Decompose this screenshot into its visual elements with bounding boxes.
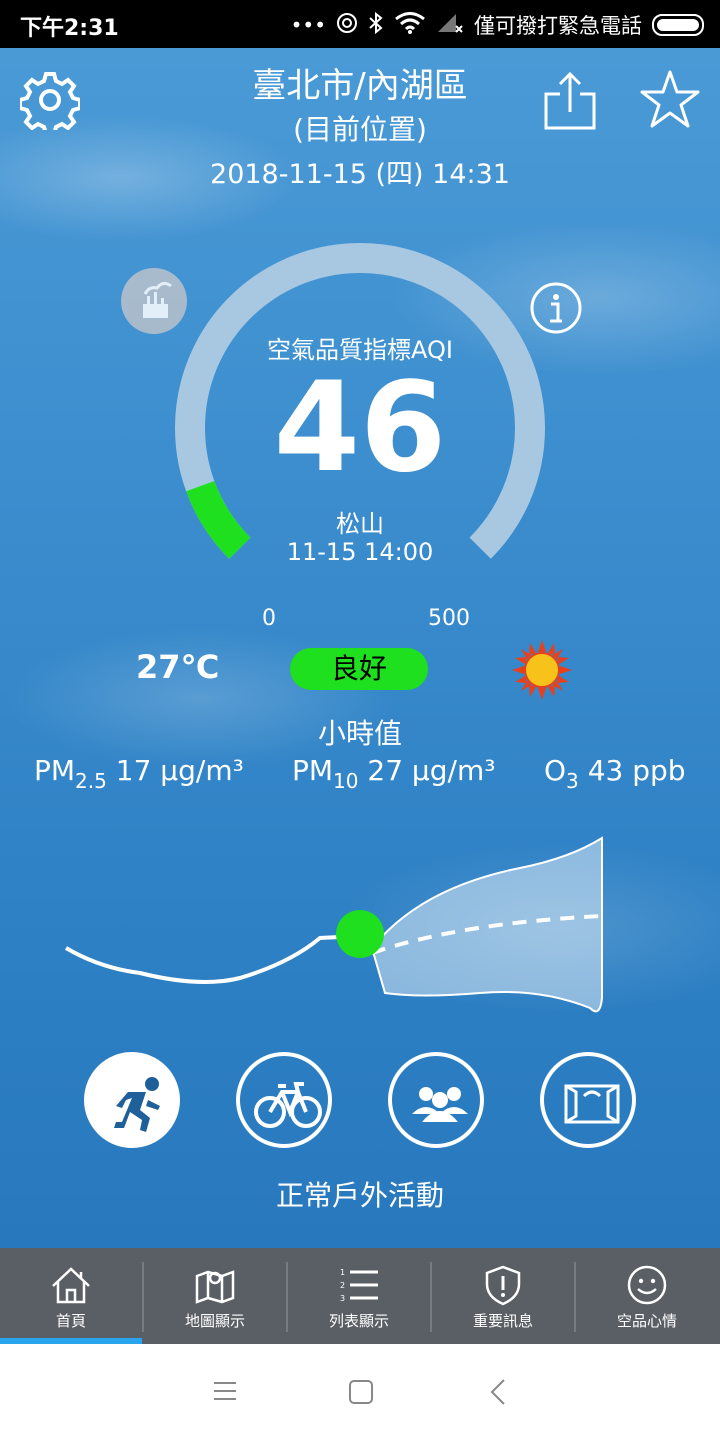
o3-name: O [544, 754, 567, 787]
system-navigation-bar [0, 1344, 720, 1440]
status-time: 下午2:31 [20, 16, 119, 41]
running-icon [114, 1077, 160, 1132]
pm10-value: 27 μg/m³ [367, 754, 496, 787]
main-panel: 臺北市/內湖區 (目前位置) 2018-11-15 (四) 14:31 空氣品質… [0, 48, 720, 1248]
pm25-name: PM [34, 754, 76, 787]
pm25-value: 17 μg/m³ [115, 754, 244, 787]
status-icons: ••• 僅可撥打緊急電話 [291, 10, 704, 40]
running-activity-button[interactable] [84, 1052, 180, 1148]
tab-list-label: 列表顯示 [328, 1312, 389, 1330]
observed-time: 11-15 14:00 [286, 538, 434, 566]
tab-home-label: 首頁 [55, 1312, 86, 1330]
window-icon [564, 1084, 620, 1124]
scale-max: 500 [428, 606, 470, 631]
pm10-sub: 10 [333, 769, 359, 793]
forecast-band [370, 836, 603, 1013]
group-activity-button[interactable] [388, 1052, 484, 1148]
sun-icon [512, 640, 572, 700]
aqi-status-badge: 良好 [290, 648, 428, 690]
svg-text:1: 1 [340, 1268, 345, 1277]
aqi-value: 46 [273, 356, 447, 500]
tab-map[interactable]: 地圖顯示 [144, 1248, 286, 1344]
tab-list[interactable]: 1 2 3 列表顯示 [288, 1248, 430, 1344]
current-datetime: 2018-11-15 (四) 14:31 [210, 159, 510, 190]
svg-text:3: 3 [340, 1294, 345, 1303]
o3-sub: 3 [566, 769, 579, 793]
wifi-icon [394, 11, 426, 39]
activity-label: 正常戶外活動 [275, 1179, 444, 1212]
carrier-text: 僅可撥打緊急電話 [474, 14, 642, 38]
back-icon[interactable] [488, 1378, 510, 1406]
home-icon [52, 1267, 90, 1304]
bluetooth-icon [368, 11, 384, 40]
hourly-values-title: 小時值 [317, 717, 402, 750]
favorite-star-icon[interactable] [638, 68, 702, 132]
info-icon[interactable] [530, 282, 582, 334]
settings-gear-icon[interactable] [20, 70, 80, 130]
scale-min: 0 [262, 606, 276, 631]
more-dots-icon: ••• [290, 13, 326, 37]
bottom-tab-bar: 首頁 地圖顯示 1 2 3 列表顯示 重要訊息 空品心情 [0, 1248, 720, 1344]
pm10-name: PM [292, 754, 334, 787]
pm10-reading: PM10 27 μg/m³ [292, 754, 495, 793]
station-name: 松山 [336, 510, 384, 538]
tab-home[interactable]: 首頁 [0, 1248, 142, 1344]
tab-alerts-label: 重要訊息 [472, 1312, 533, 1330]
pm25-sub: 2.5 [75, 769, 107, 793]
current-point [336, 910, 384, 958]
status-bar: 下午2:31 ••• 僅可撥打緊急電話 [0, 0, 720, 48]
battery-icon [652, 14, 704, 36]
group-icon [412, 1087, 468, 1122]
location-note: (目前位置) [293, 113, 427, 146]
aqi-trend-curve [64, 836, 603, 1013]
tab-mood-label: 空品心情 [616, 1312, 677, 1330]
temperature: 27℃ [136, 648, 220, 686]
o3-value: 43 ppb [587, 754, 686, 787]
home-square-icon[interactable] [348, 1379, 374, 1405]
window-activity-button[interactable] [540, 1052, 636, 1148]
menu-icon[interactable] [212, 1380, 238, 1402]
tab-alerts[interactable]: 重要訊息 [432, 1248, 574, 1344]
cycling-activity-button[interactable] [236, 1052, 332, 1148]
tab-map-label: 地圖顯示 [184, 1312, 245, 1330]
svg-text:2: 2 [340, 1281, 345, 1290]
alert-shield-icon [485, 1265, 521, 1306]
o3-reading: O3 43 ppb [544, 754, 686, 793]
map-icon [195, 1270, 235, 1304]
signal-off-icon [436, 12, 464, 39]
bicycle-icon [254, 1082, 322, 1128]
list-icon: 1 2 3 [340, 1268, 378, 1303]
pm25-reading: PM2.5 17 μg/m³ [34, 754, 244, 793]
factory-icon[interactable] [121, 268, 187, 334]
history-line [64, 934, 361, 984]
tab-mood[interactable]: 空品心情 [576, 1248, 718, 1344]
location-name[interactable]: 臺北市/內湖區 [160, 58, 560, 107]
smiley-icon [627, 1265, 667, 1305]
hotspot-icon [336, 12, 358, 39]
